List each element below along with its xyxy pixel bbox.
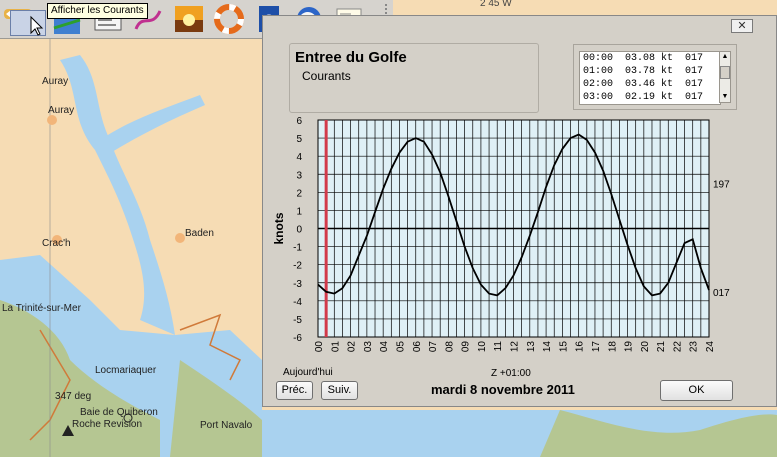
x-tick-label: 01 <box>330 341 341 353</box>
y-tick-label: 2 <box>296 188 302 199</box>
map-label-heading: 347 deg <box>55 391 91 402</box>
ok-button[interactable]: OK <box>660 380 733 401</box>
y-tick-label: 1 <box>296 206 302 217</box>
map-label-longitude: 2 45 W <box>480 0 512 9</box>
timezone-label: Z +01:00 <box>491 368 531 379</box>
date-label: mardi 8 novembre 2011 <box>431 382 575 397</box>
x-tick-label: 08 <box>444 341 455 353</box>
sunrise-sunset-button[interactable] <box>173 3 205 35</box>
x-tick-label: 10 <box>477 341 488 353</box>
x-tick-label: 07 <box>428 341 439 353</box>
x-tick-label: 00 <box>314 341 325 353</box>
y-axis-label: knots <box>272 212 286 244</box>
x-tick-label: 13 <box>526 341 537 353</box>
today-label: Aujourd'hui <box>283 367 333 378</box>
map-label-trinite: La Trinité-sur-Mer <box>2 303 82 314</box>
direction-label: 017 <box>713 288 730 299</box>
x-tick-label: 19 <box>624 341 635 353</box>
x-tick-label: 16 <box>575 341 586 353</box>
x-tick-label: 15 <box>558 341 569 353</box>
cursor-arrow-icon <box>30 15 44 36</box>
map-label-baie: Baie de Quiberon <box>80 407 158 418</box>
currents-dialog: ✕ Entree du Golfe Courants 00:00 03.08 k… <box>262 15 777 407</box>
x-tick-label: 03 <box>363 341 374 353</box>
x-tick-label: 22 <box>672 341 683 353</box>
y-tick-label: -6 <box>293 333 302 344</box>
tooltip: Afficher les Courants <box>47 3 148 19</box>
x-tick-label: 21 <box>656 341 667 353</box>
map-label-crach: Crac'h <box>42 238 71 249</box>
map-label-port-navalo: Port Navalo <box>200 420 253 431</box>
lifebuoy-icon <box>214 4 244 34</box>
y-tick-label: -4 <box>293 297 302 308</box>
x-tick-label: 06 <box>412 341 423 353</box>
previous-day-button[interactable]: Préc. <box>276 381 313 400</box>
map-label-auray-2: Auray <box>48 105 74 116</box>
y-tick-label: 6 <box>296 116 302 127</box>
map-label-auray: Auray <box>42 76 68 87</box>
x-tick-label: 09 <box>461 341 472 353</box>
y-tick-label: 3 <box>296 170 302 181</box>
lifebuoy-button[interactable] <box>213 3 245 35</box>
x-tick-label: 12 <box>510 341 521 353</box>
y-tick-label: -2 <box>293 261 302 272</box>
x-tick-label: 20 <box>640 341 651 353</box>
x-tick-label: 18 <box>607 341 618 353</box>
y-tick-label: 4 <box>296 152 302 163</box>
y-tick-label: 5 <box>296 134 302 145</box>
currents-button[interactable] <box>10 10 46 36</box>
x-tick-label: 02 <box>347 341 358 353</box>
x-tick-label: 24 <box>705 341 716 353</box>
x-tick-label: 05 <box>395 341 406 353</box>
x-tick-label: 14 <box>542 341 553 353</box>
y-tick-label: -5 <box>293 315 302 326</box>
x-tick-label: 04 <box>379 341 390 353</box>
map-label-baden: Baden <box>185 228 214 239</box>
y-tick-label: -3 <box>293 279 302 290</box>
sunset-icon <box>175 6 203 32</box>
direction-label: 197 <box>713 179 730 190</box>
current-chart: 6543210-1-2-3-4-5-6 00 01 02 03 04 05 06 07 08 09… <box>272 116 730 353</box>
x-tick-label: 17 <box>591 341 602 353</box>
x-tick-label: 23 <box>689 341 700 353</box>
x-tick-label: 11 <box>493 341 504 352</box>
y-tick-label: 0 <box>296 225 302 236</box>
map-label-locmariaquer: Locmariaquer <box>95 365 157 376</box>
next-day-button[interactable]: Suiv. <box>321 381 358 400</box>
y-tick-label: -1 <box>293 243 302 254</box>
